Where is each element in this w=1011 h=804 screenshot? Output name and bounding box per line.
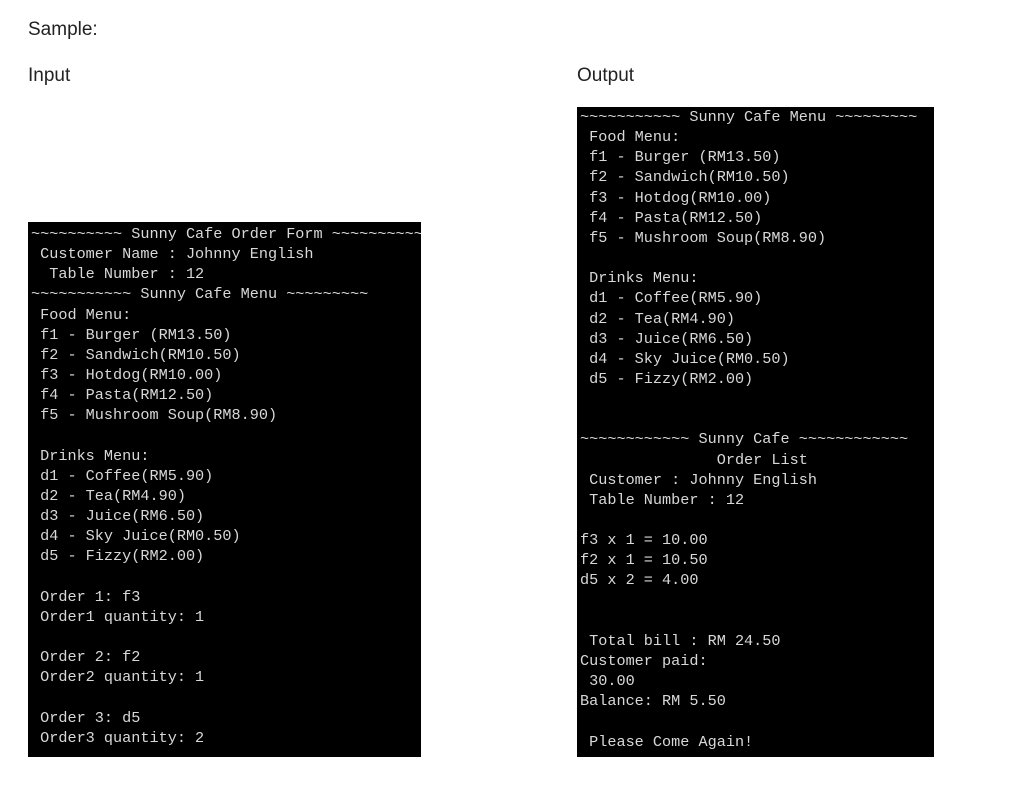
output-console-window: ~~~~~~~~~~~ Sunny Cafe Menu ~~~~~~~~~ Fo… <box>577 107 934 757</box>
console-line: d3 - Juice(RM6.50) <box>31 507 205 526</box>
output-label: Output <box>577 65 635 86</box>
console-line: f1 - Burger (RM13.50) <box>31 325 232 344</box>
console-line: Order3 quantity: 2 <box>31 728 205 747</box>
console-line: Customer : Johnny English <box>580 470 817 489</box>
console-line: Drinks Menu: <box>31 446 150 465</box>
console-line: Total bill : RM 24.50 <box>580 631 781 650</box>
console-line: f5 - Mushroom Soup(RM8.90) <box>31 406 278 425</box>
console-line: ~~~~~~~~~~~ Sunny Cafe Menu ~~~~~~~~~ <box>580 108 918 126</box>
console-line: Food Menu: <box>580 128 681 147</box>
input-label: Input <box>28 65 71 86</box>
console-line: f4 - Pasta(RM12.50) <box>580 208 763 227</box>
sample-label: Sample: <box>28 19 98 40</box>
console-line: d5 x 2 = 4.00 <box>580 571 699 590</box>
console-line: Order 1: f3 <box>31 587 141 606</box>
console-line: Order2 quantity: 1 <box>31 668 205 687</box>
console-line: Order List <box>580 450 808 469</box>
console-line: Please Come Again! <box>580 732 754 751</box>
console-line: f3 x 1 = 10.00 <box>580 531 708 550</box>
console-line: Drinks Menu: <box>580 269 699 288</box>
console-line: d4 - Sky Juice(RM0.50) <box>580 349 790 368</box>
console-line: d5 - Fizzy(RM2.00) <box>580 369 754 388</box>
console-line: Food Menu: <box>31 305 132 324</box>
console-line: d1 - Coffee(RM5.90) <box>31 466 214 485</box>
console-line: ~~~~~~~~~~ Sunny Cafe Order Form ~~~~~~~… <box>31 225 421 243</box>
console-line: d4 - Sky Juice(RM0.50) <box>31 527 241 546</box>
console-line: Customer Name : Johnny English <box>31 245 314 264</box>
console-line: d1 - Coffee(RM5.90) <box>580 289 763 308</box>
console-line: Balance: RM 5.50 <box>580 692 726 711</box>
console-line: Customer paid: <box>580 652 708 671</box>
console-line: Table Number : 12 <box>31 265 205 284</box>
console-line: f2 - Sandwich(RM10.50) <box>31 345 241 364</box>
console-line: f3 - Hotdog(RM10.00) <box>31 366 223 385</box>
console-line: Order1 quantity: 1 <box>31 607 205 626</box>
console-line: Order 2: f2 <box>31 648 141 667</box>
input-console-window: ~~~~~~~~~~ Sunny Cafe Order Form ~~~~~~~… <box>28 222 421 757</box>
console-line: d2 - Tea(RM4.90) <box>31 486 186 505</box>
console-line: f1 - Burger (RM13.50) <box>580 148 781 167</box>
console-line: f2 x 1 = 10.50 <box>580 551 708 570</box>
console-line: ~~~~~~~~~~~~ Sunny Cafe ~~~~~~~~~~~~ <box>580 430 909 449</box>
console-line: d3 - Juice(RM6.50) <box>580 329 754 348</box>
console-line: f2 - Sandwich(RM10.50) <box>580 168 790 187</box>
console-line: f3 - Hotdog(RM10.00) <box>580 188 772 207</box>
console-line: d5 - Fizzy(RM2.00) <box>31 547 205 566</box>
console-line: f4 - Pasta(RM12.50) <box>31 386 214 405</box>
console-line: ~~~~~~~~~~~ Sunny Cafe Menu ~~~~~~~~~ <box>31 285 369 304</box>
console-line: d2 - Tea(RM4.90) <box>580 309 735 328</box>
console-line: f5 - Mushroom Soup(RM8.90) <box>580 228 827 247</box>
console-line: Table Number : 12 <box>580 490 745 509</box>
console-line: 30.00 <box>580 672 635 691</box>
console-line: Order 3: d5 <box>31 708 141 727</box>
